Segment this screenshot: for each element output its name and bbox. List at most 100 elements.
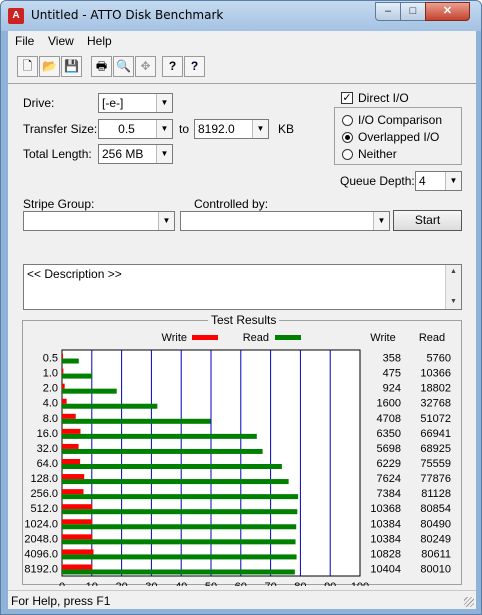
stripe-group-label: Stripe Group: (23, 197, 95, 211)
write-value: 475 (383, 368, 401, 380)
x-tick-label: 70 (264, 581, 276, 586)
print-preview-icon[interactable]: 🔍 (113, 56, 134, 77)
open-folder-icon[interactable]: 📂 (39, 56, 60, 77)
write-bar (62, 353, 64, 359)
drive-label: Drive: (23, 96, 55, 110)
total-length-label: Total Length: (23, 147, 92, 161)
drive-select[interactable]: [-e-] ▼ (98, 93, 173, 113)
x-tick-label: 10 (86, 581, 98, 586)
read-bar (62, 448, 263, 454)
resize-grip[interactable] (464, 597, 474, 607)
read-bar (62, 494, 299, 500)
write-bar (62, 489, 84, 495)
legend-read-label: Read (243, 332, 269, 344)
close-button[interactable]: ✕ (425, 2, 470, 21)
write-bar (62, 504, 93, 510)
description-field[interactable]: << Description >> ▲ ▼ (23, 264, 462, 310)
help-icon[interactable]: ? (162, 56, 183, 77)
neither-label: Neither (358, 147, 397, 161)
transfer-size-to-select[interactable]: 8192.0 ▼ (194, 119, 269, 139)
start-button[interactable]: Start (393, 210, 462, 231)
new-file-icon[interactable]: 🗋 (17, 56, 38, 77)
read-bar (62, 403, 158, 409)
queue-depth-label: Queue Depth: (340, 174, 415, 188)
x-tick-label: 80 (294, 581, 306, 586)
chevron-down-icon[interactable]: ▼ (158, 212, 174, 230)
read-value: 75559 (420, 458, 451, 470)
overlapped-io-label: Overlapped I/O (358, 130, 440, 144)
scroll-up-icon[interactable]: ▲ (446, 265, 461, 279)
menu-view[interactable]: View (48, 34, 74, 48)
queue-depth-select[interactable]: 4 ▼ (415, 171, 462, 191)
chevron-down-icon[interactable]: ▼ (252, 120, 268, 138)
write-value: 10404 (370, 563, 401, 575)
menu-help[interactable]: Help (87, 34, 112, 48)
x-tick-label: 60 (235, 581, 247, 586)
write-bar (62, 368, 64, 374)
write-bar (62, 474, 85, 480)
write-value: 4708 (377, 413, 401, 425)
read-bar (62, 479, 289, 485)
maximize-button[interactable]: □ (400, 2, 426, 21)
context-help-icon[interactable]: ? (184, 56, 205, 77)
read-value: 18802 (420, 383, 451, 395)
category-label: 64.0 (37, 458, 58, 470)
read-value: 80611 (421, 548, 451, 560)
legend-read-swatch (275, 335, 301, 340)
chevron-down-icon[interactable]: ▼ (445, 172, 461, 190)
read-value: 77876 (420, 473, 451, 485)
category-label: 128.0 (30, 473, 58, 485)
write-value: 6229 (377, 458, 401, 470)
benchmark-pane: Drive: [-e-] ▼ Transfer Size: 0.5 ▼ to 8… (8, 83, 476, 589)
write-bar (62, 549, 94, 555)
write-value: 10828 (370, 548, 401, 560)
minimize-button[interactable]: – (375, 2, 401, 21)
chevron-down-icon[interactable]: ▼ (156, 120, 172, 138)
read-column-header: Read (419, 332, 445, 344)
direct-io-checkbox[interactable]: ✓ (341, 92, 353, 104)
write-value: 10368 (370, 503, 401, 515)
write-column-header: Write (370, 332, 395, 344)
description-scrollbar[interactable]: ▲ ▼ (445, 265, 461, 309)
category-label: 512.0 (30, 503, 58, 515)
app-icon: A (8, 8, 24, 24)
total-length-select[interactable]: 256 MB ▼ (98, 144, 173, 164)
category-label: 8.0 (43, 413, 58, 425)
move-icon[interactable]: ✥ (135, 56, 156, 77)
read-value: 68925 (420, 443, 451, 455)
chevron-down-icon[interactable]: ▼ (156, 94, 172, 112)
save-icon[interactable]: 💾 (61, 56, 82, 77)
chevron-down-icon[interactable]: ▼ (156, 145, 172, 163)
title-bar[interactable]: A Untitled - ATTO Disk Benchmark – □ ✕ (1, 1, 481, 31)
io-comparison-radio[interactable] (342, 115, 353, 126)
controlled-by-select[interactable]: ▼ (180, 211, 390, 231)
write-bar (62, 398, 67, 404)
x-tick-label: 50 (205, 581, 217, 586)
category-label: 2.0 (43, 383, 58, 395)
menu-file[interactable]: File (15, 34, 34, 48)
category-label: 0.5 (43, 353, 58, 365)
x-tick-label: 20 (115, 581, 127, 586)
description-text: << Description >> (27, 267, 122, 281)
neither-radio[interactable] (342, 149, 353, 160)
category-label: 1.0 (43, 368, 58, 380)
chevron-down-icon[interactable]: ▼ (373, 212, 389, 230)
stripe-group-select[interactable]: ▼ (23, 211, 175, 231)
print-icon[interactable]: 🖶 (91, 56, 112, 77)
app-window: A Untitled - ATTO Disk Benchmark – □ ✕ F… (0, 0, 482, 615)
read-value: 66941 (420, 428, 451, 440)
write-bar (62, 459, 81, 464)
scroll-down-icon[interactable]: ▼ (446, 295, 461, 309)
read-value: 80854 (420, 503, 451, 515)
read-value: 80490 (420, 518, 451, 530)
category-label: 1024.0 (24, 518, 58, 530)
status-text: For Help, press F1 (11, 594, 111, 608)
transfer-size-from-select[interactable]: 0.5 ▼ (98, 119, 173, 139)
category-label: 8192.0 (24, 563, 58, 575)
write-value: 1600 (377, 398, 401, 410)
write-bar (62, 443, 79, 449)
read-value: 80249 (420, 533, 451, 545)
category-label: 32.0 (37, 443, 58, 455)
overlapped-io-radio[interactable] (342, 132, 353, 143)
write-bar (62, 413, 76, 419)
